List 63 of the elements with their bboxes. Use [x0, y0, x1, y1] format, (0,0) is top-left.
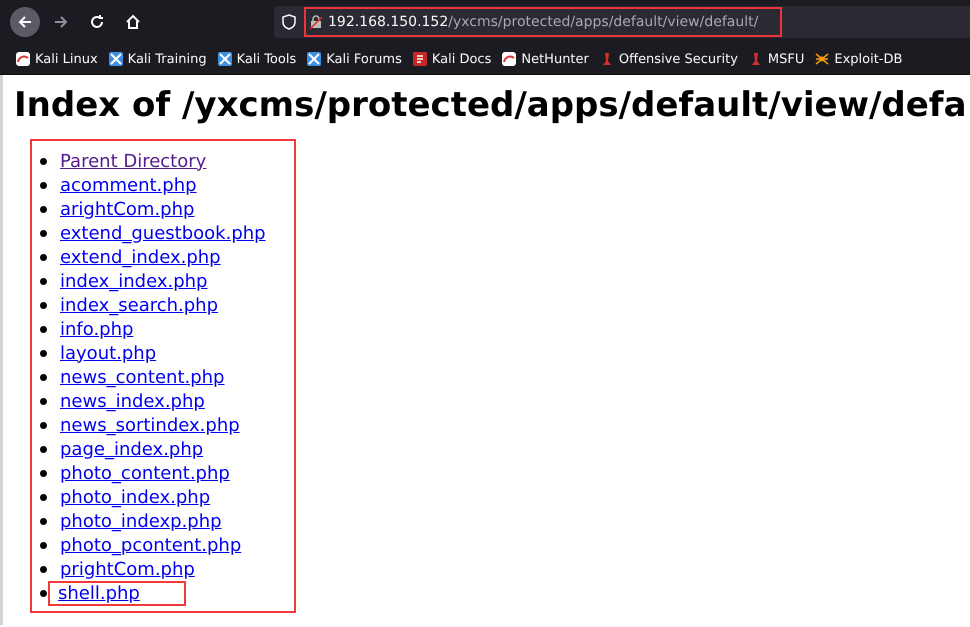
url-path: /yxcms/protected/apps/default/view/default/	[448, 14, 758, 30]
file-link[interactable]: prightCom.php	[60, 558, 195, 580]
back-arrow-icon	[17, 14, 33, 30]
file-link[interactable]: shell.php	[50, 582, 184, 604]
bullet-dot	[40, 302, 47, 308]
bullet-dot	[40, 230, 47, 236]
file-link[interactable]: news_index.php	[60, 390, 205, 412]
file-link[interactable]: extend_guestbook.php	[60, 222, 266, 244]
bullet-dot	[40, 278, 47, 284]
file-link[interactable]: arightCom.php	[60, 198, 194, 220]
bookmark-link[interactable]: Offensive Security	[600, 52, 738, 66]
bullet-dot	[40, 470, 47, 476]
bullet-dot	[40, 398, 47, 404]
bullet-dot	[40, 254, 47, 260]
document-icon	[412, 52, 427, 66]
file-link[interactable]: photo_content.php	[60, 462, 230, 484]
file-link[interactable]: Parent Directory	[60, 150, 206, 172]
forward-arrow-icon	[53, 14, 69, 30]
file-link[interactable]: photo_pcontent.php	[60, 534, 242, 556]
bookmark-link[interactable]: Kali Forums	[307, 52, 402, 66]
bullet-dot	[40, 542, 47, 548]
bullet-dot	[40, 350, 47, 356]
file-link[interactable]: info.php	[60, 318, 134, 340]
bookmark-link[interactable]: MSFU	[748, 52, 804, 66]
file-link[interactable]: acomment.php	[60, 174, 197, 196]
file-link[interactable]: index_search.php	[60, 294, 218, 316]
bullet-dot	[40, 446, 47, 452]
url-host: 192.168.150.152	[328, 14, 448, 30]
file-link[interactable]: news_sortindex.php	[60, 414, 240, 436]
bookmark-link[interactable]: Exploit-DB	[815, 52, 902, 66]
bullet-dot	[40, 566, 47, 572]
bookmark-link[interactable]: Kali Training	[108, 52, 207, 66]
crossed-tools-icon	[307, 52, 322, 66]
spider-icon	[815, 52, 830, 66]
page-heading: Index of /yxcms/protected/apps/default/view/defa	[14, 85, 967, 125]
home-icon	[125, 14, 141, 30]
back-button[interactable]	[10, 7, 40, 37]
bookmark-link[interactable]: NetHunter	[502, 52, 589, 66]
bookmark-link[interactable]: Kali Linux	[16, 52, 98, 66]
bullet-dot	[40, 182, 47, 188]
crossed-tools-icon	[108, 52, 123, 66]
bullet-dot	[40, 374, 47, 380]
file-link[interactable]: layout.php	[60, 342, 156, 364]
bullet-dot	[40, 590, 47, 596]
file-link[interactable]: photo_index.php	[60, 486, 210, 508]
file-link[interactable]: photo_indexp.php	[60, 510, 222, 532]
crossed-tools-icon	[218, 52, 232, 66]
bullet-dot	[40, 518, 47, 524]
bullet-dot	[40, 206, 47, 212]
bullet-dot	[40, 422, 47, 428]
file-link[interactable]: extend_index.php	[60, 246, 221, 268]
reload-icon	[89, 14, 105, 30]
bullet-dot	[40, 326, 47, 332]
address-field[interactable]: 192.168.150.152/yxcms/protected/apps/default/view/default/	[304, 7, 782, 37]
bullet-dot	[40, 494, 47, 500]
file-link[interactable]: page_index.php	[60, 438, 204, 460]
shield-icon	[282, 14, 296, 30]
bookmark-link[interactable]: Kali Docs	[412, 52, 492, 66]
file-link[interactable]: news_content.php	[60, 366, 224, 388]
bullet-dot	[40, 158, 47, 164]
bookmark-link[interactable]: Kali Tools	[218, 52, 296, 66]
insecure-lock-icon	[310, 15, 322, 29]
file-link[interactable]: index_index.php	[60, 270, 208, 292]
